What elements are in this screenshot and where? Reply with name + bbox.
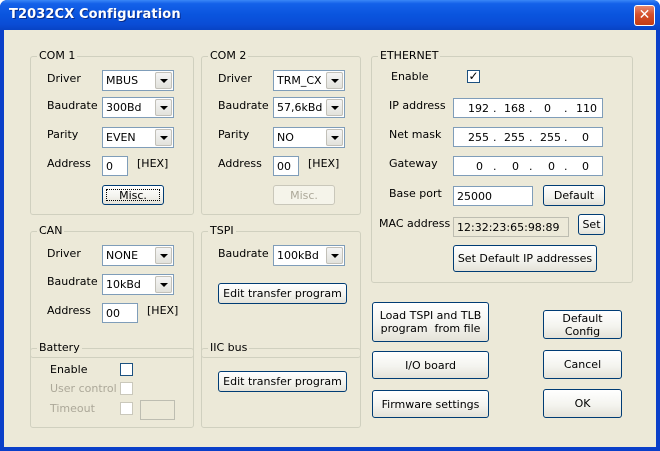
tspi-baud-select[interactable]: 100kBd [273,245,345,266]
can-driver-select[interactable]: NONE [102,245,174,266]
eth-gw-label: Gateway [389,157,438,170]
eth-port-input[interactable]: 25000 [453,186,533,206]
eth-default-button[interactable]: Default [543,185,605,206]
eth-mask-label: Net mask [389,128,442,141]
battery-enable-label: Enable [50,363,88,376]
ethernet-group: ETHERNET Enable ✓ IP address 192 . 168 .… [371,49,633,283]
close-button[interactable]: ✕ [634,5,655,26]
eth-mac-label: MAC address [379,217,451,230]
dialog-window: T2032CX Configuration ✕ COM 1 Driver MBU… [0,0,660,451]
com2-parity-label: Parity [218,128,250,141]
ethernet-legend: ETHERNET [378,49,441,62]
battery-user-control-label: User control [50,382,117,395]
chevron-down-icon[interactable] [326,99,343,116]
com1-parity-label: Parity [47,128,79,141]
com1-driver-select[interactable]: MBUS [102,70,174,91]
can-address-input[interactable]: 00 [102,303,138,323]
set-default-ip-button[interactable]: Set Default IP addresses [453,245,597,272]
com2-driver-label: Driver [218,72,252,85]
can-group: CAN Driver NONE Baudrate 10kBd Address 0… [30,224,194,358]
eth-enable-label: Enable [391,70,429,83]
com1-address-input[interactable]: 0 [102,156,128,176]
eth-set-mac-button[interactable]: Set [578,214,605,235]
iic-legend: IIC bus [208,341,250,354]
eth-mask-input[interactable]: 255 . 255 . 255 . 0 [453,127,603,147]
com2-legend: COM 2 [208,49,249,62]
chevron-down-icon[interactable] [155,99,172,116]
iic-edit-transfer-button[interactable]: Edit transfer program [218,371,347,392]
eth-port-label: Base port [389,187,442,200]
can-baud-select[interactable]: 10kBd [102,274,174,295]
com1-baud-label: Baudrate [47,99,98,112]
cancel-button[interactable]: Cancel [543,350,622,379]
eth-ip-label: IP address [389,99,446,112]
eth-mac-field: 12:32:23:65:98:89 [453,217,569,237]
com2-parity-select[interactable]: NO [273,127,345,148]
com2-address-label: Address [218,157,262,170]
load-tspi-tlb-button[interactable]: Load TSPI and TLB program from file [372,302,489,342]
can-driver-label: Driver [47,247,81,260]
com2-misc-button[interactable]: Misc. [273,185,335,205]
eth-enable-checkbox[interactable]: ✓ [467,70,480,83]
title-bar[interactable]: T2032CX Configuration ✕ [0,0,660,30]
com1-address-label: Address [47,157,91,170]
tspi-legend: TSPI [208,224,236,237]
chevron-down-icon[interactable] [155,129,172,146]
can-legend: CAN [37,224,65,237]
com1-driver-label: Driver [47,72,81,85]
com2-group: COM 2 Driver TRM_CX Baudrate 57,6kBd Par… [201,49,361,215]
com2-driver-select[interactable]: TRM_CX [273,70,345,91]
com1-group: COM 1 Driver MBUS Baudrate 300Bd Parity … [30,49,194,215]
com2-address-input[interactable]: 00 [273,156,299,176]
window-title: T2032CX Configuration [9,7,181,22]
com1-hex-label: [HEX] [137,157,169,170]
battery-user-control-checkbox[interactable] [120,382,133,395]
ok-button[interactable]: OK [543,389,622,418]
tspi-baud-label: Baudrate [218,247,269,260]
window-frame-bottom [0,447,660,451]
eth-ip-input[interactable]: 192 . 168 . 0 . 110 [453,98,603,118]
tspi-edit-transfer-button[interactable]: Edit transfer program [218,283,347,304]
chevron-down-icon[interactable] [326,129,343,146]
com1-parity-select[interactable]: EVEN [102,127,174,148]
chevron-down-icon[interactable] [155,276,172,293]
com1-baud-select[interactable]: 300Bd [102,97,174,118]
dialog-client: COM 1 Driver MBUS Baudrate 300Bd Parity … [4,30,656,447]
com2-baud-select[interactable]: 57,6kBd [273,97,345,118]
iic-group: IIC bus Edit transfer program [201,341,361,428]
can-hex-label: [HEX] [147,304,179,317]
can-address-label: Address [47,304,91,317]
chevron-down-icon[interactable] [155,72,172,89]
com2-baud-label: Baudrate [218,99,269,112]
checkmark-icon: ✓ [468,69,479,83]
battery-group: Battery Enable User control Timeout [30,341,194,428]
chevron-down-icon[interactable] [326,247,343,264]
firmware-settings-button[interactable]: Firmware settings [372,390,489,418]
eth-gw-input[interactable]: 0 . 0 . 0 . 0 [453,156,603,176]
battery-timeout-input[interactable] [140,400,175,420]
com1-legend: COM 1 [37,49,78,62]
battery-timeout-checkbox[interactable] [120,402,133,415]
battery-timeout-label: Timeout [50,402,95,415]
tspi-group: TSPI Baudrate 100kBd Edit transfer progr… [201,224,361,358]
chevron-down-icon[interactable] [155,247,172,264]
com2-hex-label: [HEX] [308,157,340,170]
battery-enable-checkbox[interactable] [120,363,133,376]
battery-legend: Battery [37,341,82,354]
default-config-button[interactable]: Default Config [543,310,622,339]
com1-misc-button[interactable]: Misc. [102,185,164,205]
close-icon: ✕ [638,7,651,23]
io-board-button[interactable]: I/O board [372,351,489,379]
can-baud-label: Baudrate [47,275,98,288]
chevron-down-icon[interactable] [326,72,343,89]
